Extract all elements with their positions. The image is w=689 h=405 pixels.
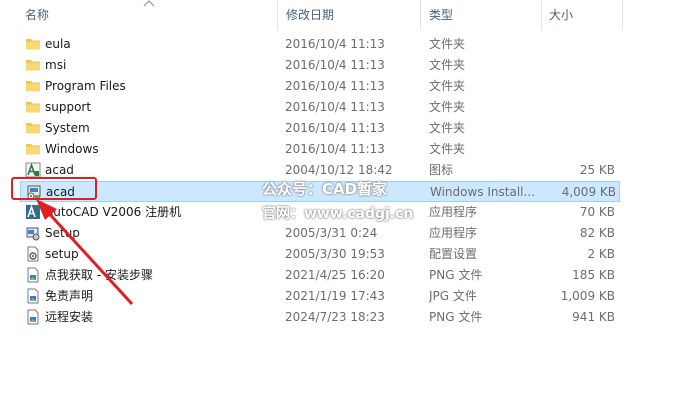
watermark-line1: 公众号：CAD暂家 — [262, 180, 388, 198]
watermark-line2: 官网：www.cadgj.cn — [262, 206, 414, 222]
